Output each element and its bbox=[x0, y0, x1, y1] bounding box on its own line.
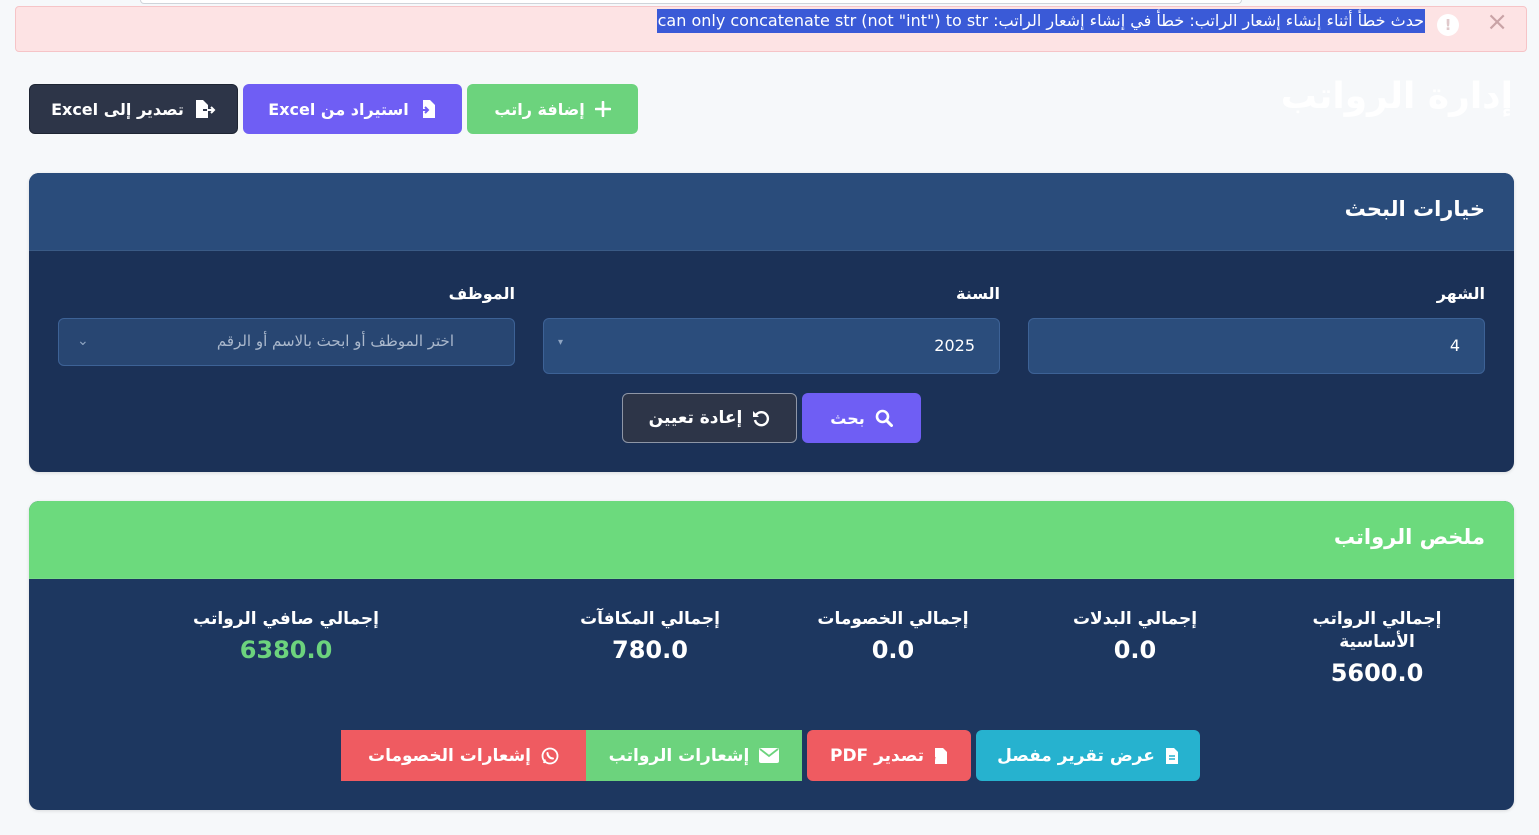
stat-label: إجمالي صافي الرواتب bbox=[193, 609, 379, 629]
search-button[interactable]: بحث bbox=[802, 393, 921, 443]
add-salary-button[interactable]: إضافة راتب bbox=[467, 84, 638, 134]
stat-label: إجمالي المكافآت bbox=[580, 609, 720, 629]
search-button-label: بحث bbox=[830, 408, 865, 428]
detailed-report-button[interactable]: عرض تقرير مفصل bbox=[976, 730, 1200, 781]
add-salary-label: إضافة راتب bbox=[494, 99, 585, 119]
chevron-down-icon: ⌄ bbox=[77, 333, 89, 349]
year-label: السنة bbox=[955, 284, 1000, 303]
stat-label: إجمالي البدلات bbox=[1072, 609, 1198, 629]
employee-select[interactable]: اختر الموظف أو ابحث بالاسم أو الرقم ⌄ bbox=[58, 318, 515, 366]
employee-label: الموظف bbox=[448, 284, 515, 303]
whatsapp-icon bbox=[541, 747, 559, 764]
salary-notifications-label: إشعارات الرواتب bbox=[608, 745, 750, 766]
stat-total-bonuses: إجمالي المكافآت 780.0 bbox=[550, 608, 750, 664]
pdf-file-icon: PDF bbox=[934, 747, 948, 764]
month-label: الشهر bbox=[1436, 284, 1485, 303]
browser-top-strip bbox=[140, 0, 1242, 4]
search-card-header: خيارات البحث bbox=[29, 173, 1514, 251]
reset-button[interactable]: إعادة تعيين bbox=[622, 393, 797, 443]
error-alert: × ! حدث خطأ أثناء إنشاء إشعار الراتب: خط… bbox=[15, 6, 1527, 52]
svg-text:PDF: PDF bbox=[934, 757, 936, 763]
detailed-report-label: عرض تقرير مفصل bbox=[997, 745, 1155, 766]
stat-total-net: إجمالي صافي الرواتب 6380.0 bbox=[171, 608, 401, 664]
export-pdf-label: تصدير PDF bbox=[829, 745, 925, 766]
employee-placeholder: اختر الموظف أو ابحث بالاسم أو الرقم bbox=[216, 332, 454, 350]
search-card-title: خيارات البحث bbox=[1344, 197, 1485, 221]
spinner-icon[interactable]: ▾ bbox=[558, 337, 563, 348]
summary-card-header: ملخص الرواتب bbox=[29, 501, 1514, 579]
month-value: 4 bbox=[1449, 336, 1460, 355]
close-icon[interactable]: × bbox=[1486, 9, 1508, 35]
summary-card-title: ملخص الرواتب bbox=[1333, 525, 1485, 549]
salary-notifications-button[interactable]: إشعارات الرواتب bbox=[586, 730, 802, 781]
undo-icon bbox=[753, 410, 770, 427]
page-title: إدارة الرواتب bbox=[1280, 76, 1513, 117]
stat-total-allowances: إجمالي البدلات 0.0 bbox=[1045, 608, 1225, 664]
search-icon bbox=[875, 409, 893, 427]
year-value: 2025 bbox=[934, 336, 975, 355]
stat-value: 5600.0 bbox=[1330, 659, 1424, 687]
stat-label: إجمالي الرواتب الأساسية bbox=[1312, 609, 1442, 652]
stat-total-deductions: إجمالي الخصومات 0.0 bbox=[793, 608, 993, 664]
alert-message: حدث خطأ أثناء إنشاء إشعار الراتب: خطأ في… bbox=[656, 9, 1425, 33]
stat-value: 780.0 bbox=[612, 636, 688, 664]
export-pdf-button[interactable]: PDF تصدير PDF bbox=[807, 730, 971, 781]
month-field[interactable]: 4 bbox=[1028, 318, 1485, 374]
exclamation-icon: ! bbox=[1437, 14, 1459, 36]
stat-value: 0.0 bbox=[871, 636, 915, 664]
plus-icon bbox=[594, 101, 611, 117]
deduction-notifications-button[interactable]: إشعارات الخصومات bbox=[341, 730, 586, 781]
import-excel-label: استيراد من Excel bbox=[268, 99, 409, 119]
file-export-icon bbox=[195, 100, 216, 118]
search-options-card: خيارات البحث الشهر 4 السنة 2025 ▾ الموظف… bbox=[29, 173, 1514, 472]
file-import-icon bbox=[419, 100, 435, 118]
stat-label: إجمالي الخصومات bbox=[817, 609, 969, 629]
reset-button-label: إعادة تعيين bbox=[648, 408, 743, 428]
export-excel-label: تصدير إلى Excel bbox=[51, 99, 184, 119]
export-excel-button[interactable]: تصدير إلى Excel bbox=[29, 84, 238, 134]
stat-value: 6380.0 bbox=[239, 636, 333, 664]
stat-total-basic: إجمالي الرواتب الأساسية 5600.0 bbox=[1287, 608, 1467, 687]
envelope-icon bbox=[759, 748, 780, 763]
file-icon bbox=[1165, 747, 1178, 764]
year-field[interactable]: 2025 ▾ bbox=[543, 318, 1000, 374]
deduction-notifications-label: إشعارات الخصومات bbox=[368, 745, 532, 766]
stat-value: 0.0 bbox=[1113, 636, 1157, 664]
import-excel-button[interactable]: استيراد من Excel bbox=[243, 84, 462, 134]
